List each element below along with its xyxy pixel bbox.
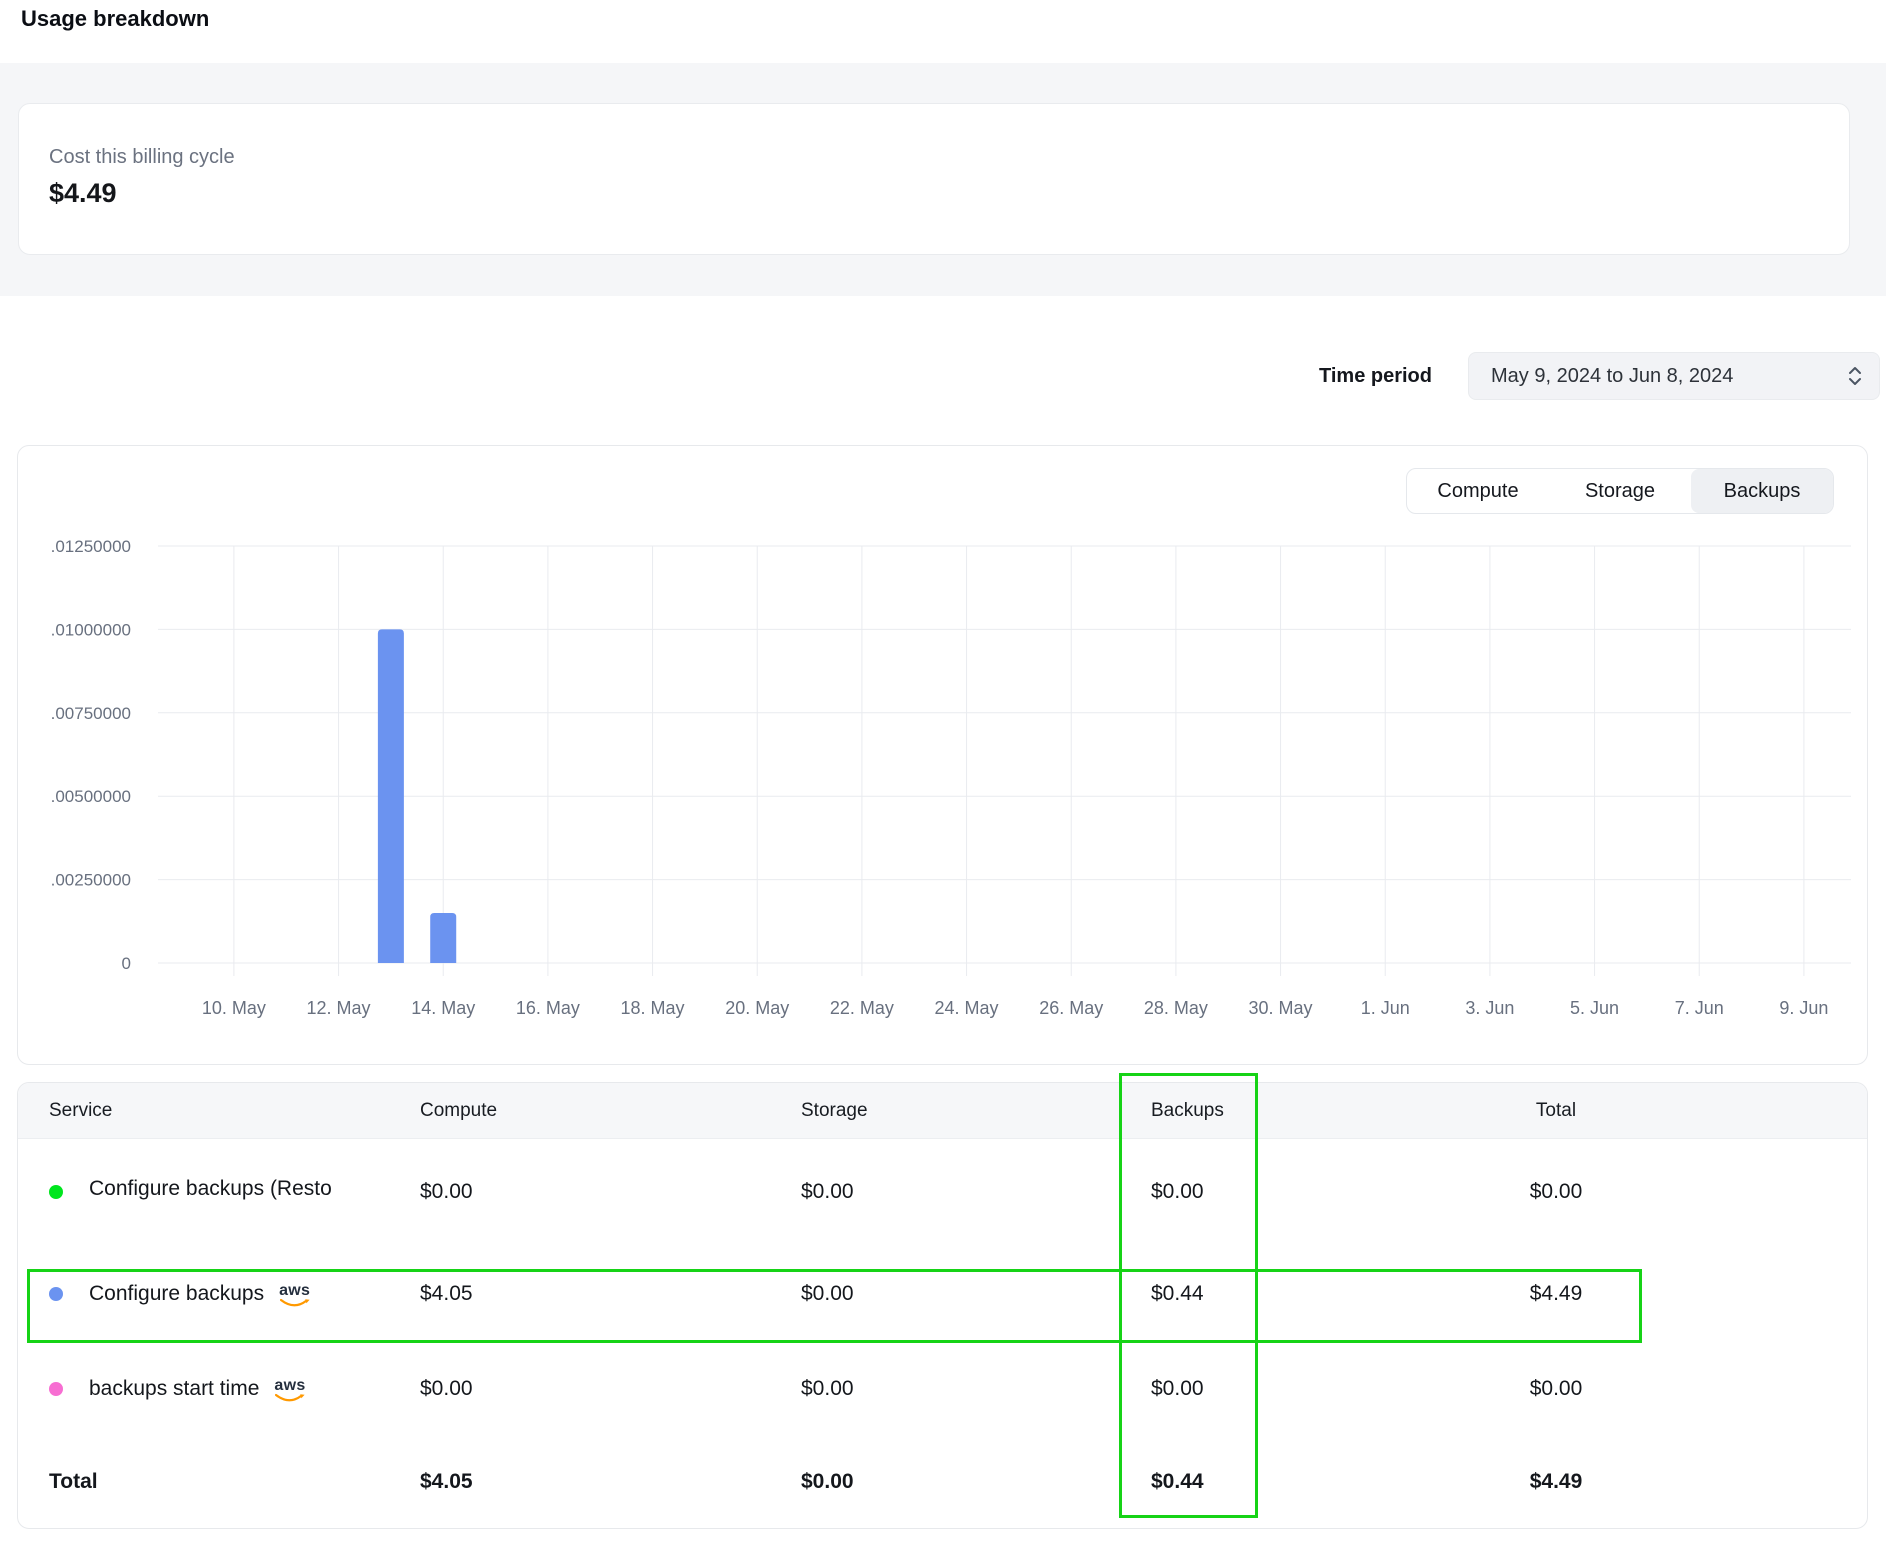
usage-table-card: Service Compute Storage Backups Total Co… (17, 1082, 1868, 1529)
usage-chart-card: .01250000 .01000000 .00750000 .00500000 .002… (17, 445, 1868, 1065)
table-row-configure-backups-restored: Configure backups (Resto $0.00 $0.00 $0.… (18, 1139, 1867, 1244)
header-storage: Storage (801, 1100, 868, 1122)
series-dot-blue (49, 1287, 63, 1301)
table-row-configure-backups: Configure backups aws $4.05 $0.00 $0.44 … (18, 1244, 1867, 1344)
svg-text:18. May: 18. May (621, 998, 685, 1018)
series-dot-green (49, 1185, 63, 1199)
summary-section: Cost this billing cycle $4.49 (0, 63, 1886, 296)
storage-value: $0.00 (801, 1180, 854, 1204)
cost-value: $4.49 (49, 178, 1819, 209)
time-period-select[interactable]: May 9, 2024 to Jun 8, 2024 (1468, 352, 1880, 400)
header-backups: Backups (1151, 1100, 1224, 1122)
total-value: $0.00 (1431, 1377, 1681, 1401)
svg-text:22. May: 22. May (830, 998, 894, 1018)
page-title: Usage breakdown (21, 6, 209, 32)
svg-text:10. May: 10. May (202, 998, 266, 1018)
header-compute: Compute (420, 1100, 497, 1122)
total-row-label: Total (49, 1470, 98, 1494)
header-service: Service (49, 1100, 112, 1122)
service-name: Configure backups (Resto (89, 1177, 332, 1201)
svg-text:24. May: 24. May (935, 998, 999, 1018)
svg-text:16. May: 16. May (516, 998, 580, 1018)
storage-value: $0.00 (801, 1282, 854, 1306)
table-header-row: Service Compute Storage Backups Total (18, 1083, 1867, 1139)
svg-text:0: 0 (122, 954, 131, 973)
chart-view-tabs: Compute Storage Backups (1406, 468, 1834, 514)
svg-text:7. Jun: 7. Jun (1675, 998, 1724, 1018)
svg-text:.00250000: .00250000 (51, 871, 131, 890)
svg-text:.00500000: .00500000 (51, 787, 131, 806)
backups-value: $0.44 (1151, 1282, 1204, 1306)
svg-text:.01000000: .01000000 (51, 620, 131, 639)
table-row-total: Total $4.05 $0.00 $0.44 $4.49 (18, 1434, 1867, 1529)
compute-value: $4.05 (420, 1282, 473, 1306)
backups-value: $0.00 (1151, 1180, 1204, 1204)
svg-text:30. May: 30. May (1249, 998, 1313, 1018)
tab-compute[interactable]: Compute (1407, 469, 1549, 513)
svg-text:.00750000: .00750000 (51, 704, 131, 723)
cost-label: Cost this billing cycle (49, 146, 1819, 169)
compute-total: $4.05 (420, 1470, 473, 1494)
svg-text:26. May: 26. May (1039, 998, 1103, 1018)
time-period-value: May 9, 2024 to Jun 8, 2024 (1491, 365, 1733, 388)
aws-icon: aws (274, 1378, 305, 1403)
time-period-label: Time period (1319, 365, 1432, 388)
svg-text:12. May: 12. May (307, 998, 371, 1018)
service-name: backups start time (89, 1377, 259, 1401)
svg-text:28. May: 28. May (1144, 998, 1208, 1018)
table-row-backups-start-time: backups start time aws $0.00 $0.00 $0.00… (18, 1344, 1867, 1434)
aws-icon: aws (279, 1283, 310, 1308)
storage-total: $0.00 (801, 1470, 854, 1494)
cost-summary-card: Cost this billing cycle $4.49 (18, 103, 1850, 255)
tab-backups[interactable]: Backups (1691, 469, 1833, 513)
backups-value: $0.00 (1151, 1377, 1204, 1401)
chevron-updown-icon (1847, 364, 1863, 388)
header-total: Total (1431, 1100, 1681, 1122)
svg-text:1. Jun: 1. Jun (1361, 998, 1410, 1018)
service-name: Configure backups (89, 1282, 264, 1306)
svg-text:3. Jun: 3. Jun (1465, 998, 1514, 1018)
tab-storage[interactable]: Storage (1549, 469, 1691, 513)
svg-text:14. May: 14. May (411, 998, 475, 1018)
svg-text:5. Jun: 5. Jun (1570, 998, 1619, 1018)
series-dot-pink (49, 1382, 63, 1396)
usage-bar-chart: .01250000 .01000000 .00750000 .00500000 .002… (18, 446, 1867, 1064)
svg-text:9. Jun: 9. Jun (1779, 998, 1828, 1018)
compute-value: $0.00 (420, 1180, 473, 1204)
total-value: $0.00 (1431, 1180, 1681, 1204)
backups-total: $0.44 (1151, 1470, 1204, 1494)
grand-total: $4.49 (1431, 1470, 1681, 1494)
storage-value: $0.00 (801, 1377, 854, 1401)
compute-value: $0.00 (420, 1377, 473, 1401)
total-value: $4.49 (1431, 1282, 1681, 1306)
svg-text:.01250000: .01250000 (51, 537, 131, 556)
time-period-row: Time period May 9, 2024 to Jun 8, 2024 (1319, 352, 1880, 400)
svg-text:20. May: 20. May (725, 998, 789, 1018)
